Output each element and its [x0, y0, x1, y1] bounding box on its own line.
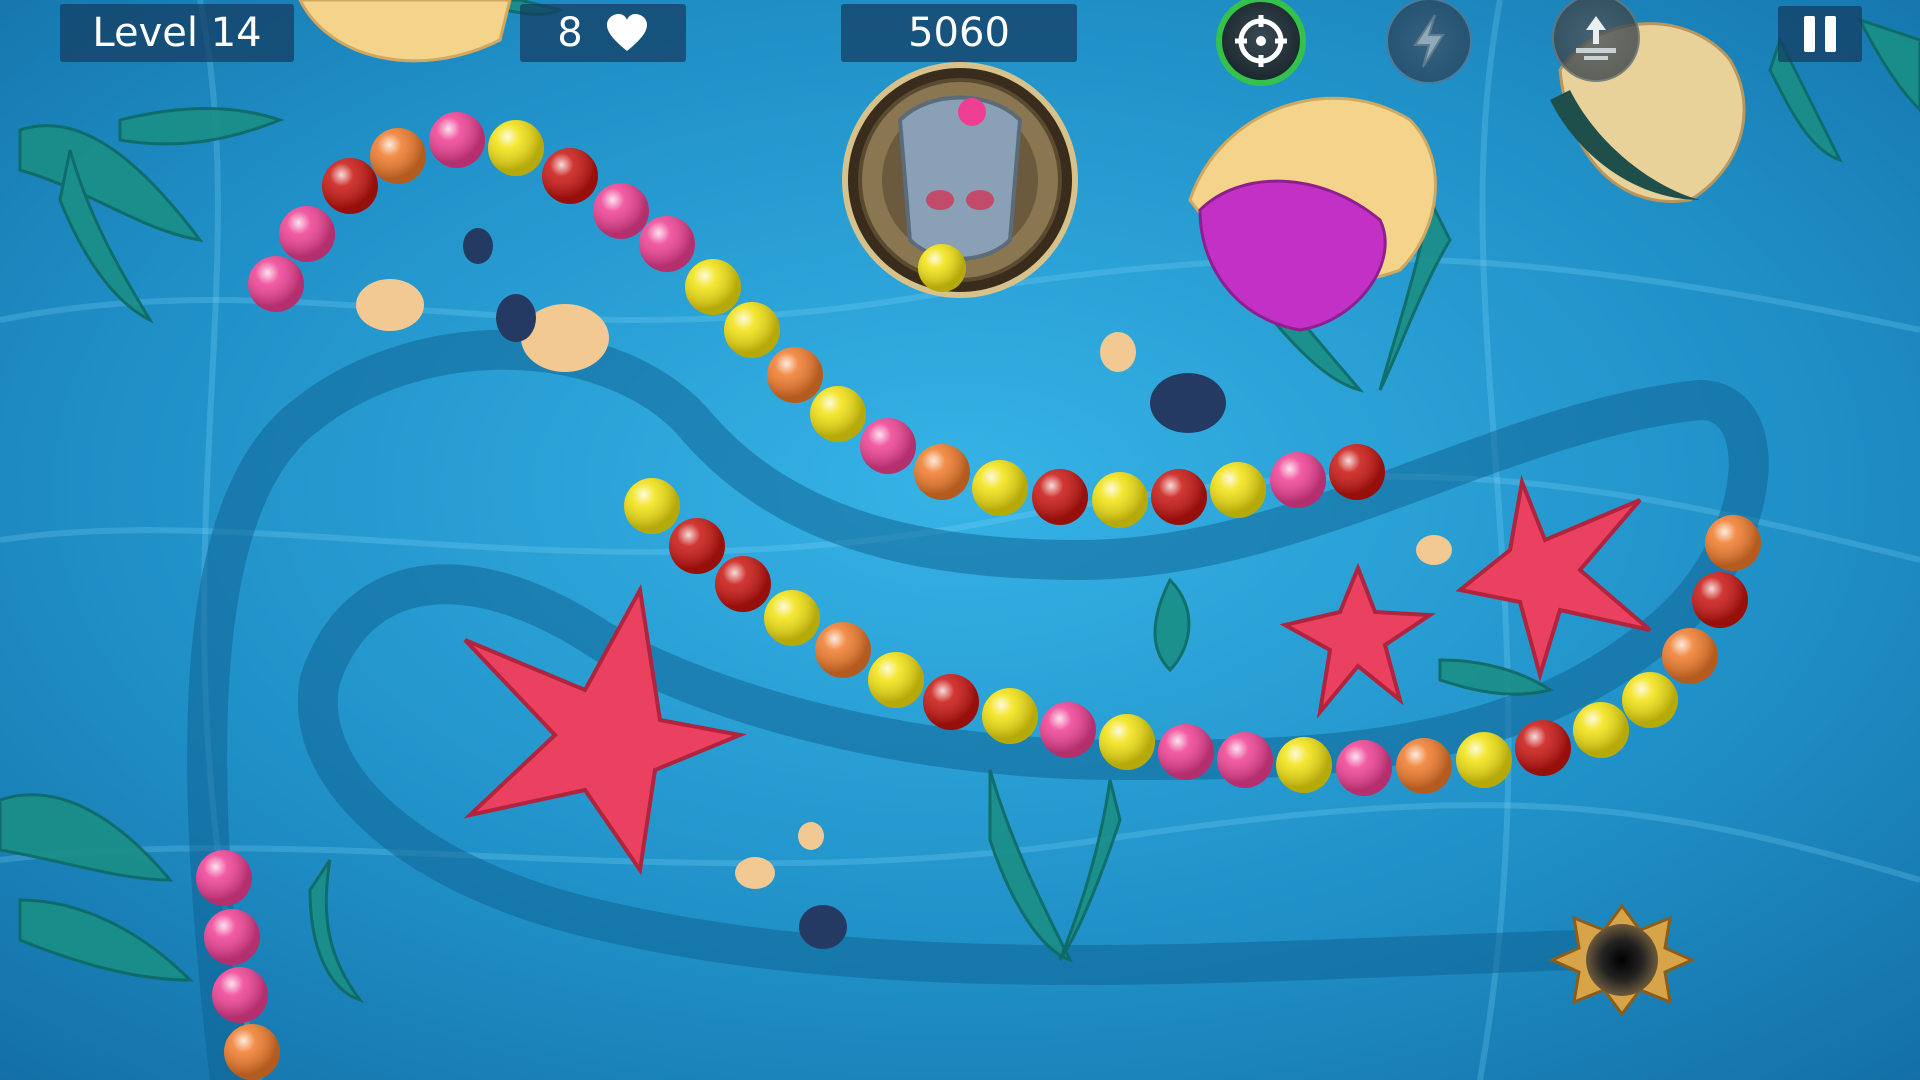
- ball-yellow: [1092, 472, 1148, 528]
- ball-yellow: [1276, 737, 1332, 793]
- ball-orange: [1662, 628, 1718, 684]
- ball-orange: [224, 1024, 280, 1080]
- ball-red: [669, 518, 725, 574]
- ball-yellow: [1456, 732, 1512, 788]
- ball-pink: [196, 850, 252, 906]
- lives-count: 8: [557, 10, 583, 56]
- lightning-powerup-button[interactable]: [1386, 0, 1472, 84]
- level-indicator: Level 14: [60, 4, 294, 62]
- ball-red: [1329, 444, 1385, 500]
- ball-yellow: [1622, 672, 1678, 728]
- pause-icon: [1804, 16, 1815, 52]
- lives-indicator: 8: [520, 4, 686, 62]
- ball-yellow: [810, 386, 866, 442]
- ball-pink: [860, 418, 916, 474]
- score-value: 5060: [908, 10, 1010, 56]
- pause-button[interactable]: [1778, 6, 1862, 62]
- game-stage: Level 14 8 5060: [0, 0, 1920, 1080]
- ball-pink: [429, 112, 485, 168]
- ball-pink: [212, 967, 268, 1023]
- ball-pink: [279, 206, 335, 262]
- ball-pink: [1217, 732, 1273, 788]
- ball-yellow: [1573, 702, 1629, 758]
- ball-pink: [1040, 702, 1096, 758]
- aim-powerup-button[interactable]: [1216, 0, 1306, 86]
- ball-yellow: [982, 688, 1038, 744]
- score-display: 5060: [841, 4, 1077, 62]
- ball-pink: [1158, 724, 1214, 780]
- ball-yellow: [1099, 714, 1155, 770]
- ball-red: [923, 674, 979, 730]
- crosshair-icon: [1235, 15, 1287, 67]
- ball-red: [1032, 469, 1088, 525]
- next-ball: [958, 98, 986, 126]
- ball-yellow: [724, 302, 780, 358]
- ball-yellow: [764, 590, 820, 646]
- ball-red: [322, 158, 378, 214]
- ball-red: [1151, 469, 1207, 525]
- ball-yellow: [488, 120, 544, 176]
- ball-yellow: [624, 478, 680, 534]
- ball-pink: [1336, 740, 1392, 796]
- ball-orange: [1396, 738, 1452, 794]
- ball-pink: [248, 256, 304, 312]
- ball-orange: [815, 622, 871, 678]
- reverse-arrow-icon: [1576, 16, 1616, 60]
- ball-yellow: [972, 460, 1028, 516]
- ball-pink: [639, 216, 695, 272]
- ball-red: [542, 148, 598, 204]
- ball-yellow: [868, 652, 924, 708]
- ball-yellow: [1210, 462, 1266, 518]
- heart-icon: [606, 14, 647, 51]
- ball-orange: [370, 128, 426, 184]
- ball-pink: [1270, 452, 1326, 508]
- ball-pink: [593, 183, 649, 239]
- game-board[interactable]: [0, 0, 1920, 1080]
- ball-orange: [1705, 515, 1761, 571]
- level-label: Level 14: [92, 10, 262, 56]
- ball-yellow: [685, 259, 741, 315]
- ball-red: [1515, 720, 1571, 776]
- lightning-bolt-icon: [1413, 14, 1445, 68]
- ball-red: [1692, 572, 1748, 628]
- ball-orange: [767, 347, 823, 403]
- ball-orange: [914, 444, 970, 500]
- ball-red: [715, 556, 771, 612]
- ball-pink: [204, 909, 260, 965]
- frog-idol-shooter[interactable]: [842, 62, 1078, 298]
